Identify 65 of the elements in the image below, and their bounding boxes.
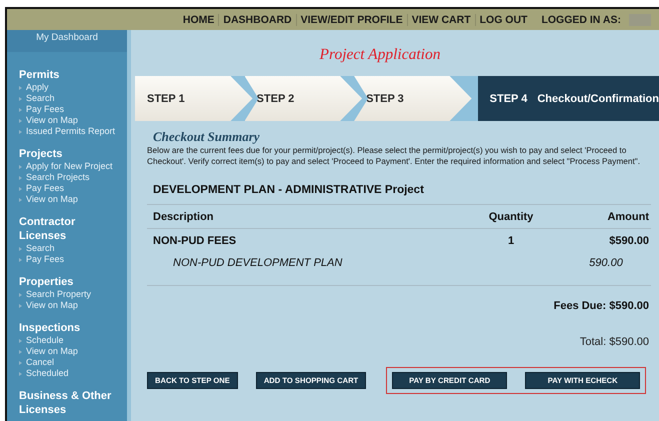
nav-link[interactable]: VIEW CART xyxy=(406,14,475,26)
fees-due-text: Fees Due: $590.00 xyxy=(552,300,649,312)
project-title: DEVELOPMENT PLAN - ADMINISTRATIVE Project xyxy=(153,184,425,196)
sidebar-heading: Contractor Licenses xyxy=(19,215,76,243)
nav-link[interactable]: DASHBOARD xyxy=(218,14,296,26)
bullet-icon xyxy=(19,108,22,112)
instructions-text: Below are the current fees due for your permit/project(s). Please select the permit/project(s) you wish to pay and select 'Proceed to Checkout'. Verify correct item(s) to pay and select 'Proceed to Payment'. Enter the required information and select "Process Payment". xyxy=(147,145,642,167)
sidebar-link[interactable]: Search xyxy=(26,93,55,104)
sidebar-link[interactable]: Apply for New Project xyxy=(26,161,113,172)
bullet-icon xyxy=(19,304,22,308)
sidebar-link[interactable]: Search xyxy=(26,243,55,254)
sidebar-link[interactable]: Scheduled xyxy=(26,368,69,379)
step-tab[interactable]: STEP 1 xyxy=(135,76,253,121)
bullet-icon xyxy=(19,338,22,342)
sidebar-link[interactable]: Search Property xyxy=(26,289,92,300)
total-text: Total: $590.00 xyxy=(578,336,649,348)
nav-link[interactable]: LOG OUT xyxy=(474,14,532,26)
table-cell: $590.00 xyxy=(609,235,649,247)
step-tab[interactable]: STEP 3 xyxy=(354,76,472,121)
sidebar-link[interactable]: View on Map xyxy=(26,115,78,126)
nav-link[interactable]: HOME xyxy=(178,14,218,26)
sidebar-link[interactable]: Search Projects xyxy=(26,172,90,183)
bullet-icon xyxy=(19,176,22,180)
section-title: Checkout Summary xyxy=(153,129,261,145)
table-cell-text: NON-PUD FEES xyxy=(152,234,238,247)
table-cell-text: NON-PUD DEVELOPMENT PLAN xyxy=(172,256,344,269)
sidebar-heading: Projects xyxy=(19,147,64,161)
bullet-icon xyxy=(19,86,22,90)
step-tab[interactable]: STEP 4 Checkout/Confirmation xyxy=(478,76,659,121)
sidebar-heading: Business & Other Licenses xyxy=(19,389,112,417)
nav-link[interactable]: VIEW/EDIT PROFILE xyxy=(296,14,407,26)
sidebar-link[interactable]: Pay Fees xyxy=(26,104,64,115)
column-header: Quantity xyxy=(461,204,561,229)
sidebar-link[interactable]: Cancel xyxy=(26,357,54,368)
bullet-icon xyxy=(19,292,22,296)
bullet-icon xyxy=(19,164,22,168)
logged-in-label: LOGGED IN AS: xyxy=(541,14,621,26)
bullet-icon xyxy=(19,258,22,262)
column-header: Description xyxy=(147,204,461,229)
table-cell: 590.00 xyxy=(589,257,623,269)
sidebar-link[interactable]: Schedule xyxy=(26,335,64,346)
sidebar-link[interactable]: Pay Fees xyxy=(26,183,64,194)
bullet-icon xyxy=(19,130,22,134)
dashboard-link[interactable]: My Dashboard xyxy=(7,30,127,52)
bullet-icon xyxy=(19,96,22,100)
sidebar-link[interactable]: Pay Fees xyxy=(26,254,64,265)
bullet-icon xyxy=(19,198,22,202)
page-title: Project Application xyxy=(318,46,442,64)
bullet-icon xyxy=(19,372,22,376)
bullet-icon xyxy=(19,186,22,190)
column-header: Amount xyxy=(561,204,651,229)
sidebar-link[interactable]: View on Map xyxy=(26,300,78,311)
sidebar-link[interactable]: View on Map xyxy=(26,194,78,205)
sidebar-link[interactable]: Issued Permits Report xyxy=(26,126,116,137)
sidebar-heading: Properties xyxy=(19,275,74,289)
bullet-icon xyxy=(19,350,22,354)
bullet-icon xyxy=(19,118,22,122)
sidebar-link[interactable]: View on Map xyxy=(26,346,78,357)
bullet-icon xyxy=(19,360,22,364)
sidebar-link[interactable]: Apply xyxy=(26,82,49,93)
sidebar-heading: Inspections xyxy=(19,321,82,335)
bullet-icon xyxy=(19,246,22,250)
step-tab[interactable]: STEP 2 xyxy=(244,76,362,121)
table-cell: 1 xyxy=(508,235,514,247)
sidebar-heading: Permits xyxy=(19,68,60,82)
